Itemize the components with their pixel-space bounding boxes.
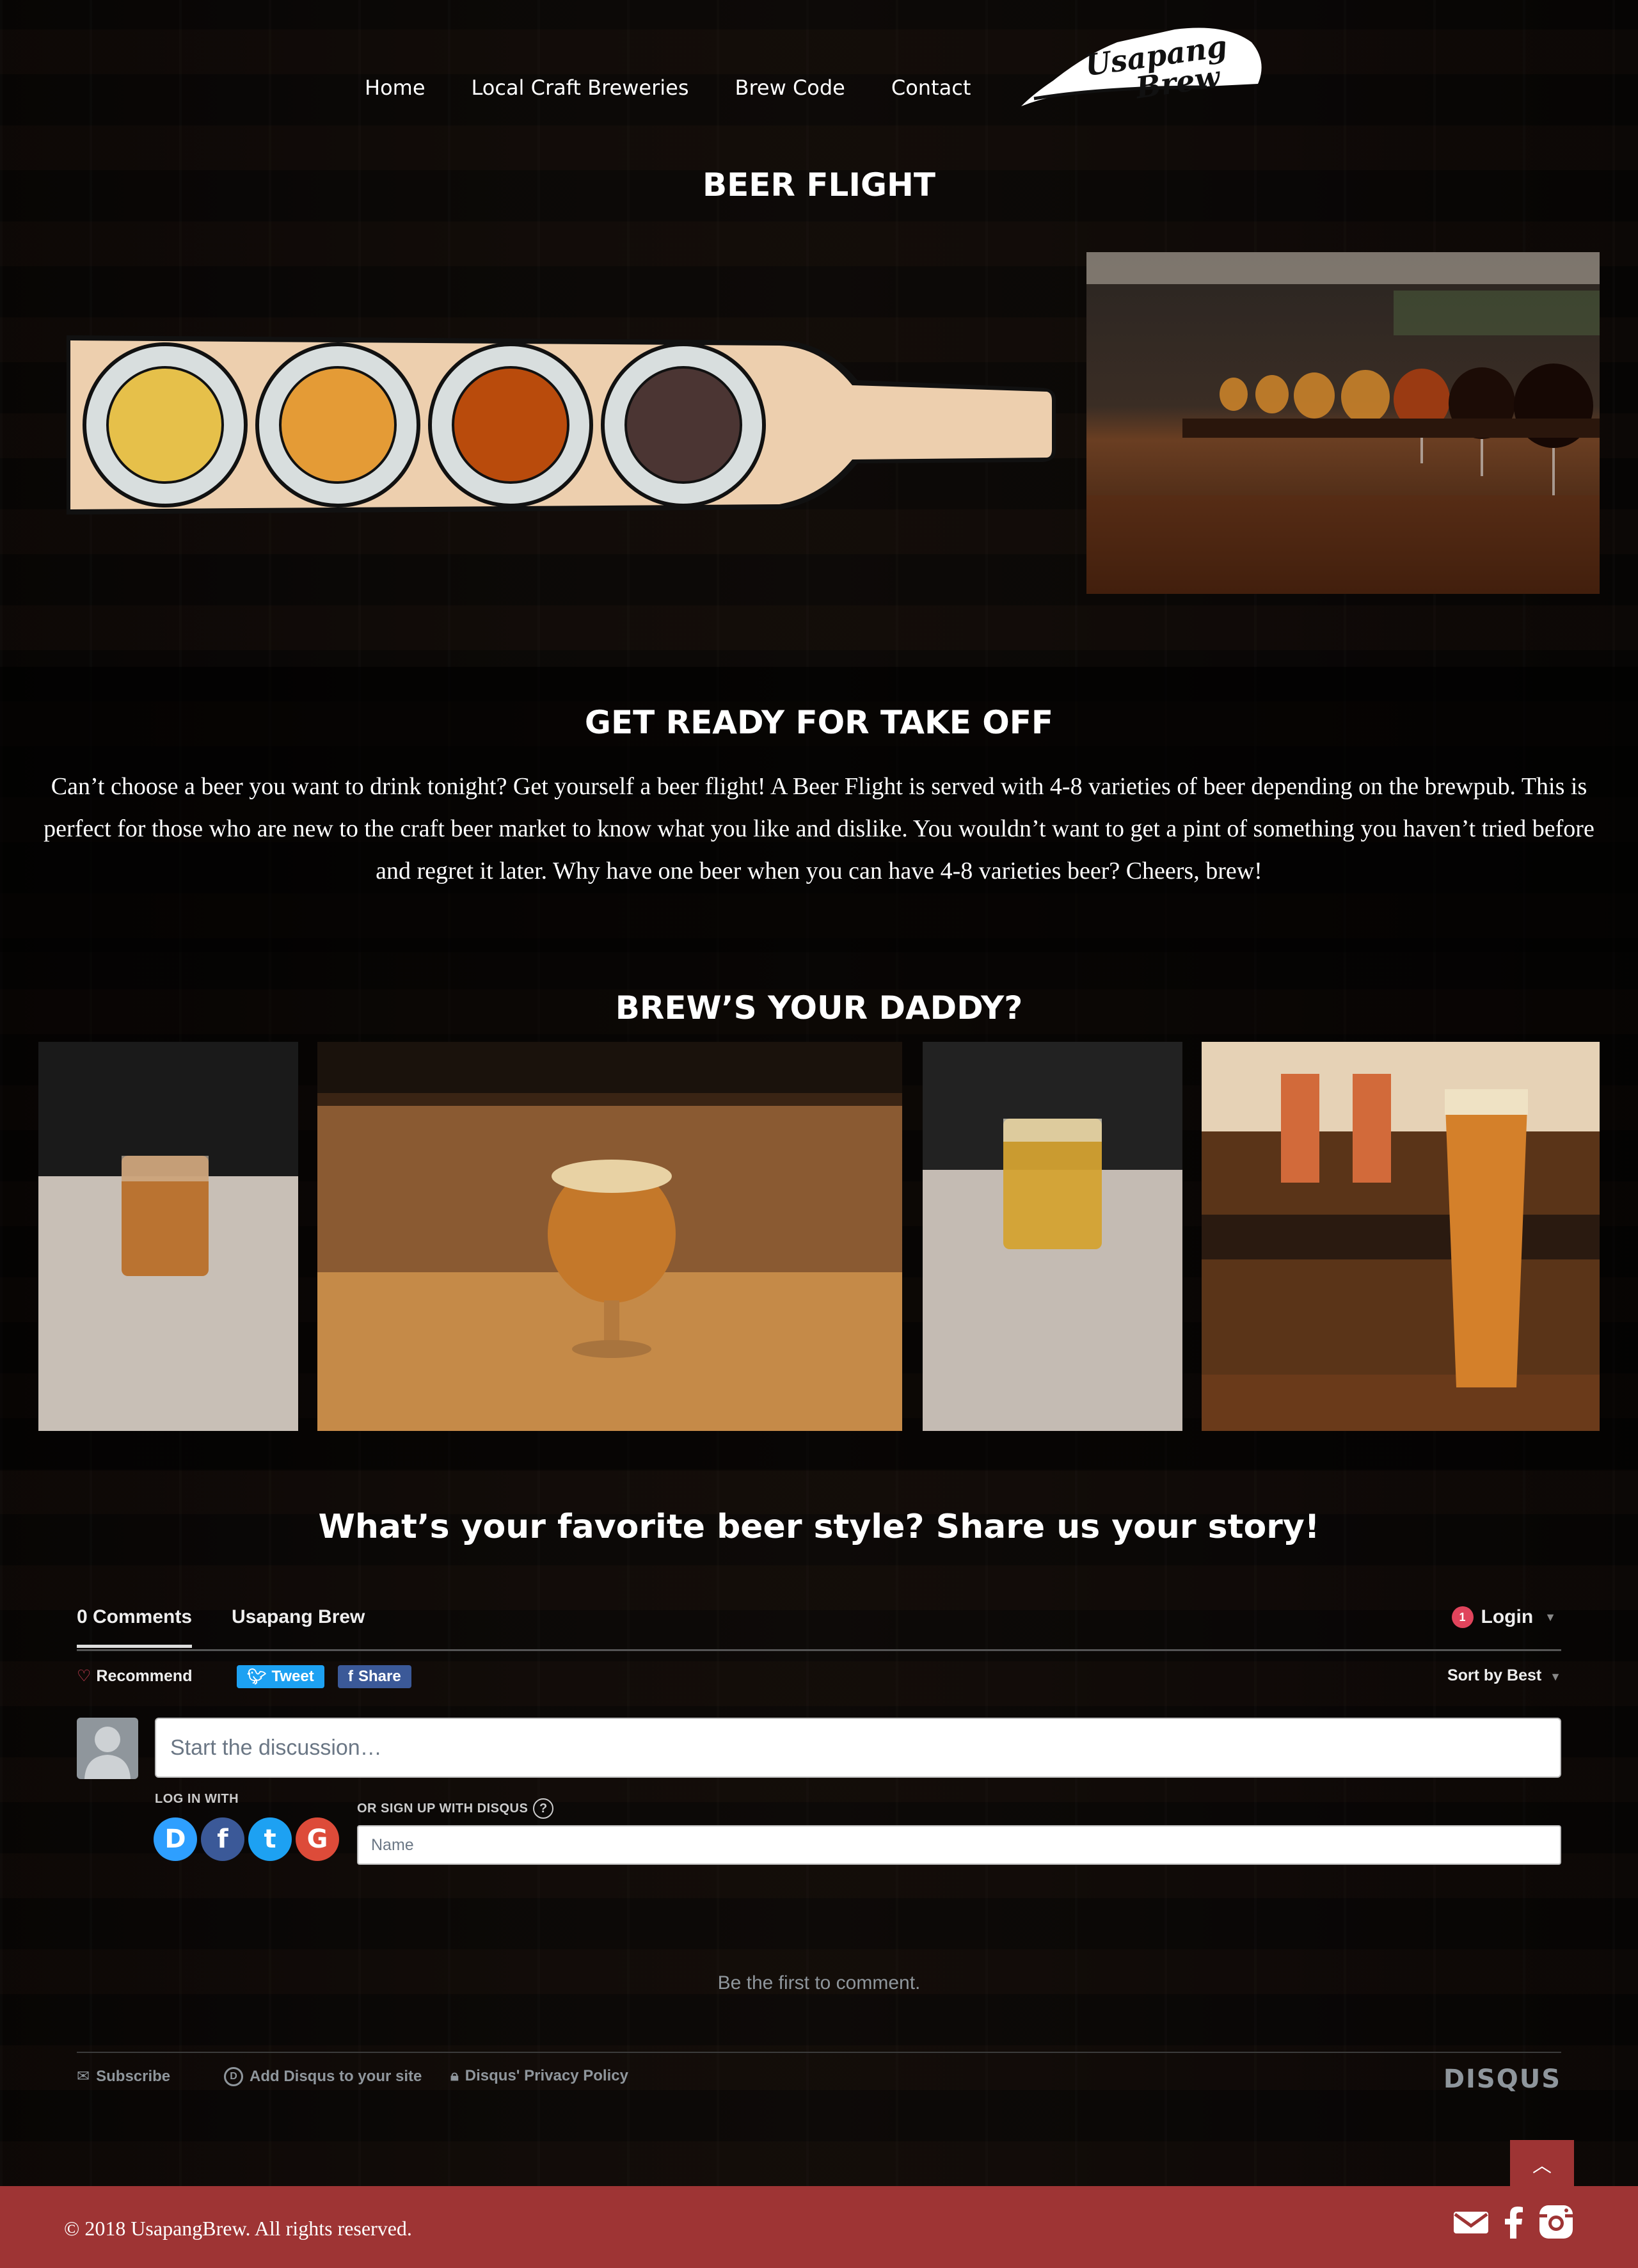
beer-cup-liquid bbox=[452, 366, 569, 484]
sort-label: Sort by Best bbox=[1447, 1666, 1542, 1684]
chevron-down-icon: ▼ bbox=[1550, 1670, 1561, 1683]
comment-placeholder: Start the discussion… bbox=[170, 1735, 382, 1760]
chevron-down-icon: ▼ bbox=[1545, 1610, 1556, 1624]
site-footer: © 2018 UsapangBrew. All rights reserved. bbox=[0, 2186, 1638, 2268]
disqus-login-icon[interactable]: D bbox=[154, 1817, 197, 1861]
google-login-icon[interactable]: G bbox=[296, 1817, 339, 1861]
disqus-tabs: 0 Comments Usapang Brew 1 Login ▼ bbox=[77, 1606, 1561, 1651]
login-with-label: LOG IN WITH bbox=[155, 1792, 239, 1806]
twitter-icon: 🐦︎ bbox=[247, 1668, 267, 1686]
instagram-icon[interactable] bbox=[1538, 2204, 1574, 2240]
avatar bbox=[77, 1718, 138, 1779]
disqus-glyph: D bbox=[164, 1825, 186, 1854]
beer-flight-photo bbox=[1086, 252, 1600, 594]
tweet-label: Tweet bbox=[271, 1668, 314, 1685]
subscribe-link[interactable]: ✉ Subscribe bbox=[77, 2067, 170, 2086]
site-logo[interactable]: Usapang Brew bbox=[1015, 17, 1277, 113]
twitter-glyph: t bbox=[264, 1825, 276, 1854]
facebook-icon: f bbox=[348, 1668, 353, 1685]
tab-comments[interactable]: 0 Comments bbox=[77, 1606, 193, 1648]
privacy-label: Disqus' Privacy Policy bbox=[465, 2067, 628, 2084]
tweet-button[interactable]: 🐦︎ Tweet bbox=[237, 1665, 324, 1688]
takeoff-paragraph: Can’t choose a beer you want to drink to… bbox=[44, 773, 1594, 884]
beer-cup-liquid bbox=[624, 366, 742, 484]
signup-label: OR SIGN UP WITH DISQUS bbox=[357, 1801, 529, 1816]
add-disqus-label: Add Disqus to your site bbox=[250, 2068, 422, 2085]
gallery-photo-4 bbox=[1202, 1042, 1600, 1431]
mail-icon[interactable] bbox=[1452, 2209, 1490, 2235]
gallery-photo-3 bbox=[923, 1042, 1182, 1431]
name-input[interactable]: Name bbox=[357, 1825, 1561, 1865]
subscribe-label: Subscribe bbox=[96, 2067, 171, 2085]
page: Home Local Craft Breweries Brew Code Con… bbox=[0, 0, 1638, 2268]
privacy-link[interactable]: 🔒︎ Disqus' Privacy Policy bbox=[450, 2067, 628, 2085]
beer-cup-liquid bbox=[106, 366, 224, 484]
share-button[interactable]: f Share bbox=[338, 1665, 411, 1688]
comments-title: What’s your favorite beer style? Share u… bbox=[318, 1508, 1320, 1546]
nav-local-craft-breweries[interactable]: Local Craft Breweries bbox=[472, 76, 689, 100]
takeoff-title: GET READY FOR TAKE OFF bbox=[584, 704, 1054, 741]
add-disqus-link[interactable]: D Add Disqus to your site bbox=[224, 2067, 422, 2086]
facebook-login-icon[interactable]: f bbox=[201, 1817, 244, 1861]
recommend-button[interactable]: ♡ Recommend bbox=[77, 1666, 192, 1686]
tab-community[interactable]: Usapang Brew bbox=[232, 1606, 365, 1628]
nav-home[interactable]: Home bbox=[365, 76, 425, 100]
google-glyph: G bbox=[306, 1825, 328, 1854]
heart-icon: ♡ bbox=[77, 1667, 91, 1685]
nav-contact[interactable]: Contact bbox=[891, 76, 971, 100]
disqus-d-icon: D bbox=[224, 2067, 243, 2086]
disqus-logo[interactable]: DISQUS bbox=[1443, 2064, 1561, 2094]
lock-icon: 🔒︎ bbox=[450, 2067, 459, 2084]
nav-brew-code[interactable]: Brew Code bbox=[735, 76, 845, 100]
sort-dropdown[interactable]: Sort by Best ▼ bbox=[1447, 1666, 1561, 1685]
beer-cup-liquid bbox=[279, 366, 397, 484]
main-nav: Home Local Craft Breweries Brew Code Con… bbox=[365, 76, 1017, 100]
disqus-footer: ✉ Subscribe D Add Disqus to your site 🔒︎… bbox=[77, 2052, 1561, 2094]
gallery-photo-2 bbox=[317, 1042, 902, 1431]
twitter-login-icon[interactable]: t bbox=[248, 1817, 292, 1861]
beer-flight-title: BEER FLIGHT bbox=[703, 166, 935, 204]
notification-badge: 1 bbox=[1451, 1606, 1474, 1628]
share-label: Share bbox=[358, 1668, 401, 1685]
name-placeholder: Name bbox=[371, 1835, 414, 1854]
envelope-icon: ✉ bbox=[77, 2068, 90, 2085]
disqus-actions: ♡ Recommend 🐦︎ Tweet f Share Sort by Best ▼ bbox=[77, 1664, 1561, 1689]
help-icon[interactable]: ? bbox=[533, 1798, 554, 1819]
gallery-title: BREW’S YOUR DADDY? bbox=[615, 989, 1023, 1026]
footer-social-icons bbox=[1452, 2204, 1574, 2240]
signup-label-row: OR SIGN UP WITH DISQUS ? bbox=[357, 1798, 554, 1819]
gallery-photo-1 bbox=[38, 1042, 298, 1431]
facebook-icon[interactable] bbox=[1504, 2205, 1524, 2239]
login-button[interactable]: 1 Login ▼ bbox=[1451, 1606, 1556, 1628]
recommend-label: Recommend bbox=[96, 1667, 193, 1685]
login-label: Login bbox=[1481, 1606, 1534, 1627]
scroll-to-top-button[interactable]: ︿ bbox=[1510, 2140, 1574, 2187]
comment-input[interactable]: Start the discussion… bbox=[155, 1718, 1561, 1778]
facebook-glyph: f bbox=[217, 1825, 228, 1854]
empty-comments-text: Be the first to comment. bbox=[717, 1972, 921, 1993]
beer-flight-illustration bbox=[67, 335, 1056, 515]
chevron-up-icon: ︿ bbox=[1532, 2155, 1552, 2176]
copyright-text: © 2018 UsapangBrew. All rights reserved. bbox=[64, 2217, 412, 2240]
